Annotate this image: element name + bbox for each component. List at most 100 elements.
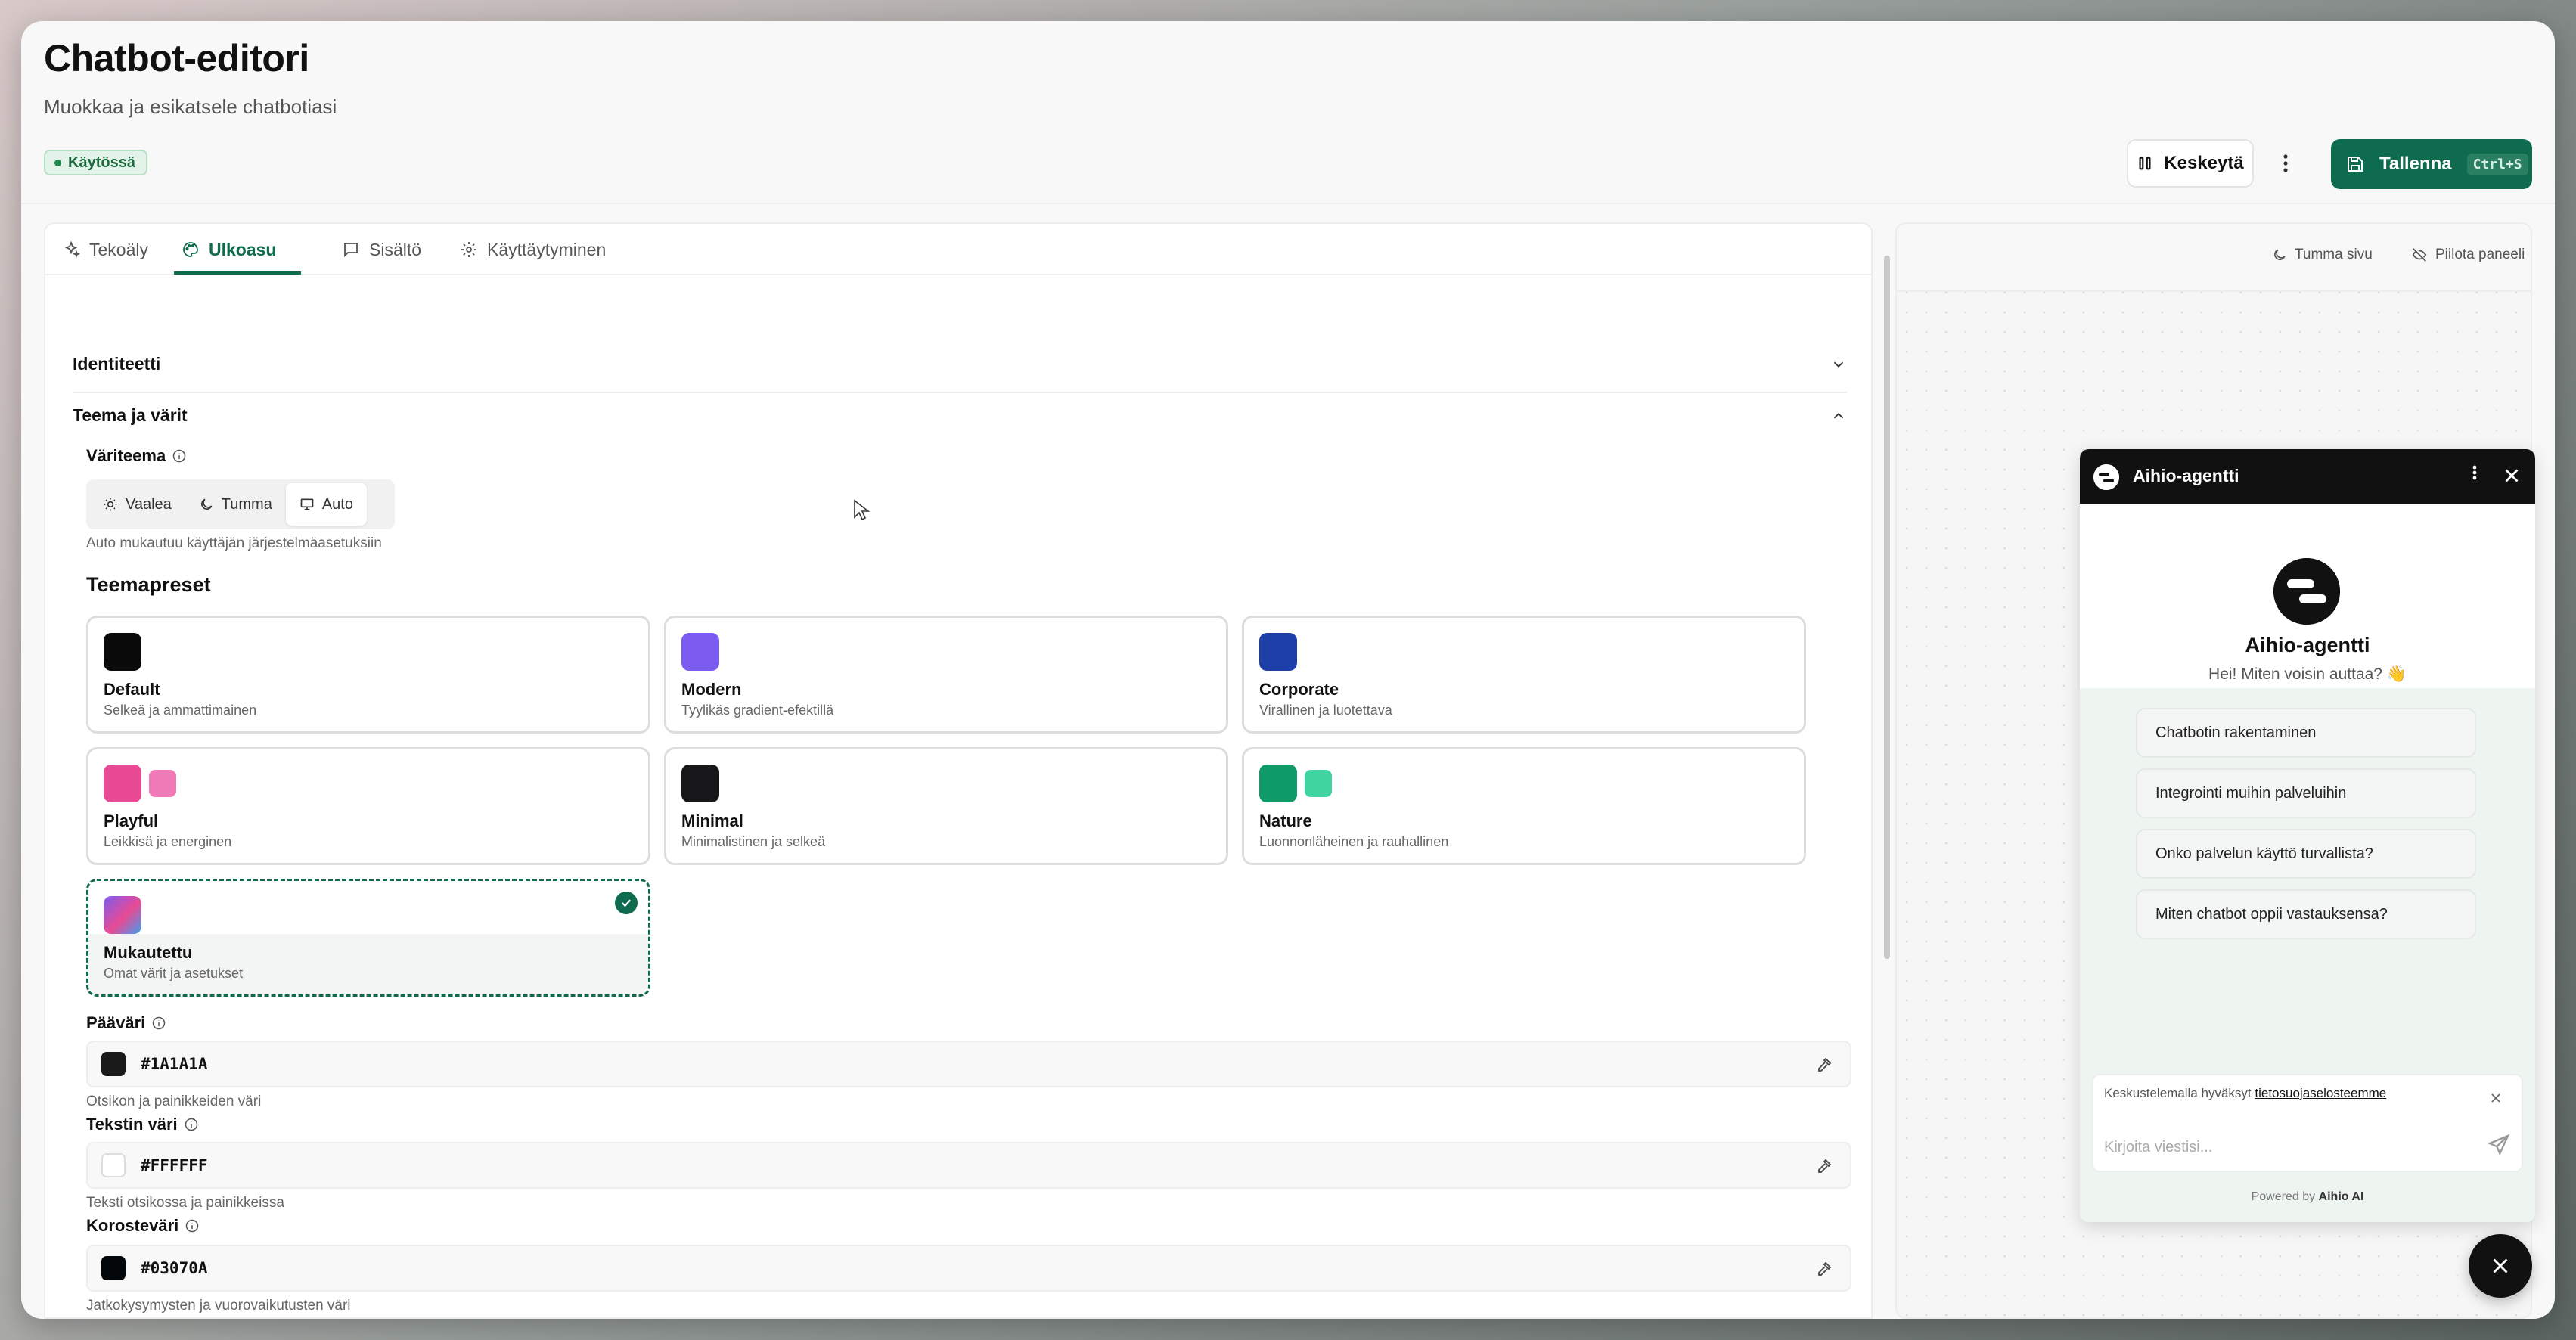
accent-color-label: Korosteväri [86, 1216, 200, 1236]
accent-color-swatch[interactable] [101, 1256, 126, 1280]
preset-swatch-gradient [104, 896, 141, 934]
page-subtitle: Muokkaa ja esikatsele chatbotiasi [44, 95, 337, 118]
hide-panel-button[interactable]: Piilota paneeli [2411, 247, 2525, 263]
status-dot [54, 159, 61, 166]
preset-minimal[interactable]: Minimal Minimalistinen ja selkeä [664, 747, 1228, 865]
status-badge: Käytössä [44, 150, 147, 175]
suggestion-chip[interactable]: Integrointi muihin palveluihin [2136, 768, 2476, 818]
primary-color-label-text: Pääväri [86, 1013, 146, 1032]
text-color-input[interactable]: #FFFFFF [86, 1142, 1851, 1189]
accordion-identity[interactable]: Identiteetti [73, 354, 1847, 374]
preset-swatch [104, 765, 141, 802]
preset-desc: Omat värit ja asetukset [104, 966, 244, 981]
text-color-hint: Teksti otsikossa ja painikkeissa [86, 1195, 284, 1211]
accordion-theme-label: Teema ja värit [73, 405, 188, 425]
palette-icon [183, 242, 198, 257]
tab-content[interactable]: Sisältö [342, 224, 421, 275]
suggestion-chip[interactable]: Chatbotin rakentaminen [2136, 708, 2476, 758]
info-icon[interactable] [172, 448, 187, 464]
info-icon[interactable] [151, 1016, 166, 1031]
chat-widget: Aihio-agentti Aihio-agentti Hei! Miten v… [2080, 449, 2535, 1222]
info-icon[interactable] [184, 1117, 199, 1132]
primary-color-swatch[interactable] [101, 1052, 126, 1076]
page-title: Chatbot-editori [44, 37, 309, 79]
preset-default[interactable]: Default Selkeä ja ammattimainen [86, 616, 650, 734]
scrollbar-thumb[interactable] [1884, 256, 1890, 959]
presets-title: Teemapreset [86, 573, 211, 596]
header-divider [21, 203, 2555, 204]
preset-swatches [104, 633, 141, 671]
primary-color-hint: Otsikon ja painikkeiden väri [86, 1093, 262, 1109]
preset-name: Modern [681, 680, 742, 699]
send-button[interactable] [2487, 1133, 2511, 1161]
preset-custom[interactable]: Mukautettu Omat värit ja asetukset [86, 879, 650, 997]
tab-bar: Tekoäly Ulkoasu Sisältö Käyttäytyminen [45, 224, 1871, 275]
theme-option-light-label: Vaalea [126, 495, 172, 513]
theme-option-dark[interactable]: Tumma [185, 483, 286, 526]
preset-modern[interactable]: Modern Tyylikäs gradient-efektillä [664, 616, 1228, 734]
bot-greeting: Hei! Miten voisin auttaa? 👋 [2208, 665, 2407, 683]
theme-option-light[interactable]: Vaalea [89, 483, 185, 526]
info-icon[interactable] [185, 1218, 200, 1233]
more-vertical-icon [2472, 465, 2477, 480]
accordion-theme[interactable]: Teema ja värit [73, 405, 1847, 426]
preset-swatches [681, 765, 719, 802]
close-icon [2491, 1093, 2500, 1103]
privacy-link[interactable]: tietosuojaselosteemme [2255, 1086, 2386, 1100]
selected-check-icon [615, 892, 638, 914]
close-icon [2493, 1258, 2508, 1273]
hide-panel-label: Piilota paneeli [2435, 247, 2525, 262]
tab-ai-label: Tekoäly [89, 239, 148, 259]
text-color-swatch[interactable] [101, 1153, 126, 1177]
moon-icon [2274, 249, 2286, 260]
eyedropper-icon[interactable] [1815, 1157, 1833, 1175]
chevron-up-icon [1833, 412, 1844, 418]
more-vertical-icon [2283, 154, 2288, 172]
message-input[interactable]: Kirjoita viestisi... [2104, 1139, 2212, 1156]
text-color-value: #FFFFFF [141, 1156, 208, 1174]
accent-color-label-text: Korosteväri [86, 1216, 179, 1235]
editor-scrollbar[interactable] [1883, 240, 1891, 1314]
preset-name: Minimal [681, 811, 743, 830]
preset-playful[interactable]: Playful Leikkisä ja energinen [86, 747, 650, 865]
sparkles-icon [64, 240, 80, 259]
bot-avatar [2273, 558, 2340, 625]
suggestion-chip[interactable]: Miten chatbot oppii vastauksensa? [2136, 889, 2476, 939]
more-options-button[interactable] [2264, 142, 2307, 185]
save-button[interactable]: Tallenna Ctrl+S [2331, 139, 2532, 189]
chat-composer: Keskustelemalla hyväksyt tietosuojaselos… [2092, 1074, 2523, 1172]
preset-name: Nature [1259, 811, 1312, 830]
preset-swatches [1259, 633, 1297, 671]
preset-swatches [104, 765, 176, 802]
text-color-label-text: Tekstin väri [86, 1115, 178, 1134]
primary-color-input[interactable]: #1A1A1A [86, 1041, 1851, 1087]
theme-option-auto[interactable]: Auto [285, 483, 367, 526]
preset-swatch [1259, 633, 1297, 671]
gear-icon [461, 242, 476, 257]
suggestion-chip[interactable]: Onko palvelun käyttö turvallista? [2136, 829, 2476, 879]
accent-color-input[interactable]: #03070A [86, 1245, 1851, 1292]
preset-desc: Leikkisä ja energinen [104, 834, 232, 849]
powered-brand[interactable]: Aihio AI [2319, 1190, 2364, 1203]
preset-nature[interactable]: Nature Luonnonläheinen ja rauhallinen [1242, 747, 1806, 865]
chat-more-button[interactable] [2472, 463, 2478, 488]
tab-ai[interactable]: Tekoäly [62, 224, 148, 275]
preset-name: Playful [104, 811, 159, 830]
chat-close-button[interactable] [2500, 464, 2523, 491]
accent-color-hint: Jatkokysymysten ja vuorovaikutusten väri [86, 1298, 351, 1314]
chat-launcher-close-button[interactable] [2469, 1234, 2532, 1298]
tab-appearance[interactable]: Ulkoasu [182, 224, 276, 275]
primary-color-label: Pääväri [86, 1013, 166, 1033]
preset-swatches [681, 633, 719, 671]
dark-page-toggle[interactable]: Tumma sivu [2272, 247, 2373, 263]
tab-behavior[interactable]: Käyttäytyminen [460, 224, 606, 275]
active-tab-indicator [174, 271, 301, 275]
eyedropper-icon[interactable] [1815, 1056, 1833, 1074]
preset-corporate[interactable]: Corporate Virallinen ja luotettava [1242, 616, 1806, 734]
eye-off-icon [2412, 248, 2427, 262]
pause-button[interactable]: Keskeytä [2127, 139, 2254, 188]
moon-icon [200, 498, 213, 510]
eyedropper-icon[interactable] [1815, 1260, 1833, 1278]
consent-text: Keskustelemalla hyväksyt [2104, 1086, 2252, 1100]
consent-dismiss-button[interactable] [2488, 1090, 2503, 1109]
